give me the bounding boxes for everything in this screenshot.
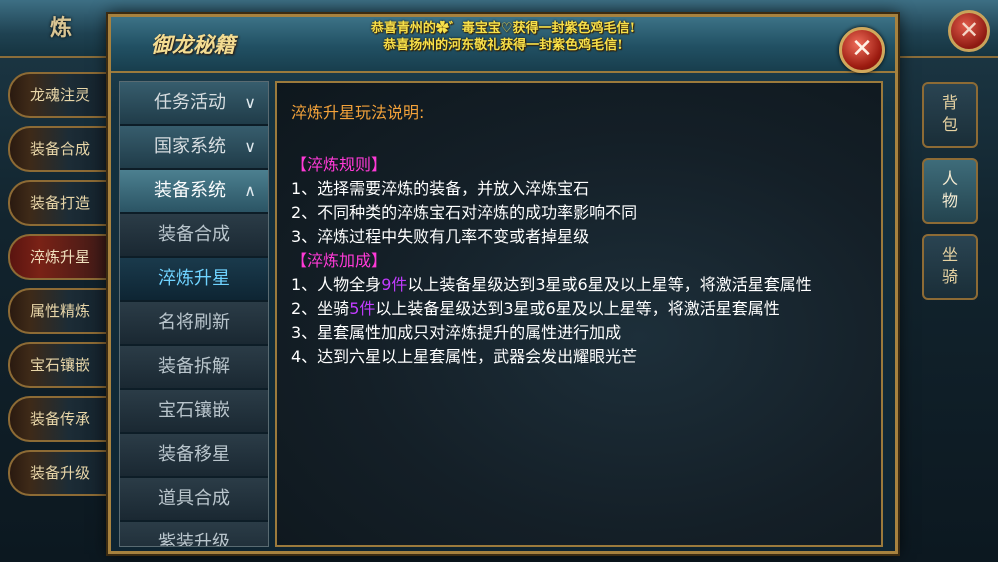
bonus-line-3: 3、星套属性加成只对淬炼提升的属性进行加成 bbox=[291, 323, 622, 342]
right-tab-mount-line2: 骑 bbox=[941, 267, 958, 286]
right-tab-list: 背 包 人 物 坐 骑 bbox=[922, 82, 978, 310]
background-close-button[interactable]: ✕ bbox=[948, 10, 990, 52]
left-tab-jinglian[interactable]: 属性精炼 bbox=[8, 288, 108, 334]
menu-item-cuilian[interactable]: 淬炼升星 bbox=[120, 258, 268, 300]
rule-line: 3、淬炼过程中失败有几率不变或者掉星级 bbox=[291, 227, 590, 246]
left-tab-hecheng[interactable]: 装备合成 bbox=[8, 126, 108, 172]
menu-category-label: 装备系统 bbox=[154, 180, 226, 201]
bonus-1-prefix: 1、人物全身 bbox=[291, 275, 382, 294]
guide-dialog: 御龙秘籍 恭喜青州的✿゛毒宝宝♡获得一封紫色鸡毛信! 恭喜扬州的河东敬礼获得一封… bbox=[108, 14, 898, 554]
menu-item-yixing[interactable]: 装备移星 bbox=[120, 434, 268, 476]
chevron-down-icon: ∨ bbox=[244, 93, 256, 112]
left-tab-dazao[interactable]: 装备打造 bbox=[8, 180, 108, 226]
bonus-1-highlight: 9件 bbox=[381, 275, 408, 294]
menu-category-equipment[interactable]: 装备系统 ∧ bbox=[120, 170, 268, 212]
rules-heading: 【淬炼规则】 bbox=[291, 155, 388, 174]
right-tab-mount[interactable]: 坐 骑 bbox=[922, 234, 978, 300]
guide-content-panel: 淬炼升星玩法说明: 【淬炼规则】 1、选择需要淬炼的装备，并放入淬炼宝石 2、不… bbox=[275, 81, 883, 547]
menu-item-hecheng[interactable]: 装备合成 bbox=[120, 214, 268, 256]
bonus-line-1: 1、人物全身9件以上装备星级达到3星或6星及以上星等，将激活星套属性 bbox=[291, 273, 867, 297]
menu-item-mingjiang[interactable]: 名将刷新 bbox=[120, 302, 268, 344]
bonus-2-suffix: 以上装备星级达到3星或6星及以上星等，将激活星套属性 bbox=[375, 299, 780, 318]
left-tab-list: 龙魂注灵 装备合成 装备打造 淬炼升星 属性精炼 宝石镶嵌 装备传承 装备升级 bbox=[8, 72, 108, 504]
menu-item-baoshi[interactable]: 宝石镶嵌 bbox=[120, 390, 268, 432]
right-tab-bag[interactable]: 背 包 bbox=[922, 82, 978, 148]
rule-line: 2、不同种类的淬炼宝石对淬炼的成功率影响不同 bbox=[291, 203, 638, 222]
bonus-1-suffix: 以上装备星级达到3星或6星及以上星等，将激活星套属性 bbox=[407, 275, 812, 294]
close-icon[interactable]: ✕ bbox=[839, 27, 885, 73]
left-tab-longhun[interactable]: 龙魂注灵 bbox=[8, 72, 108, 118]
chevron-down-icon: ∨ bbox=[244, 137, 256, 156]
bonus-2-prefix: 2、坐骑 bbox=[291, 299, 350, 318]
right-tab-character[interactable]: 人 物 bbox=[922, 158, 978, 224]
bonus-heading: 【淬炼加成】 bbox=[291, 251, 388, 270]
menu-item-daoju[interactable]: 道具合成 bbox=[120, 478, 268, 520]
left-tab-shengji[interactable]: 装备升级 bbox=[8, 450, 108, 496]
right-tab-character-line2: 物 bbox=[941, 191, 958, 210]
left-tab-baoshi[interactable]: 宝石镶嵌 bbox=[8, 342, 108, 388]
rule-line: 1、选择需要淬炼的装备，并放入淬炼宝石 bbox=[291, 179, 590, 198]
menu-item-chaijie[interactable]: 装备拆解 bbox=[120, 346, 268, 388]
menu-category-nation[interactable]: 国家系统 ∨ bbox=[120, 126, 268, 168]
right-tab-bag-line2: 包 bbox=[941, 115, 958, 134]
right-tab-bag-line1: 背 bbox=[941, 93, 958, 112]
announcement-line-2: 恭喜扬州的河东敬礼获得一封紫色鸡毛信! bbox=[383, 38, 623, 53]
guide-menu: 任务活动 ∨ 国家系统 ∨ 装备系统 ∧ 装备合成 淬炼升星 名将刷新 装备拆解… bbox=[119, 81, 269, 547]
chevron-up-icon: ∧ bbox=[244, 181, 256, 200]
right-tab-mount-line1: 坐 bbox=[941, 245, 958, 264]
bonus-line-2: 2、坐骑5件以上装备星级达到3星或6星及以上星等，将激活星套属性 bbox=[291, 297, 867, 321]
right-tab-character-line1: 人 bbox=[941, 169, 958, 188]
menu-category-label: 国家系统 bbox=[154, 136, 226, 157]
bonus-line-4: 4、达到六星以上星套属性，武器会发出耀眼光芒 bbox=[291, 347, 638, 366]
menu-category-tasks[interactable]: 任务活动 ∨ bbox=[120, 82, 268, 124]
left-tab-chuancheng[interactable]: 装备传承 bbox=[8, 396, 108, 442]
content-title: 淬炼升星玩法说明: bbox=[291, 103, 425, 122]
menu-item-zizhuang[interactable]: 紫装升级 bbox=[120, 522, 268, 546]
left-tab-cuilian[interactable]: 淬炼升星 bbox=[8, 234, 108, 280]
menu-category-label: 任务活动 bbox=[154, 92, 226, 113]
bonus-2-highlight: 5件 bbox=[349, 299, 376, 318]
dialog-header: 御龙秘籍 恭喜青州的✿゛毒宝宝♡获得一封紫色鸡毛信! 恭喜扬州的河东敬礼获得一封… bbox=[111, 17, 895, 73]
